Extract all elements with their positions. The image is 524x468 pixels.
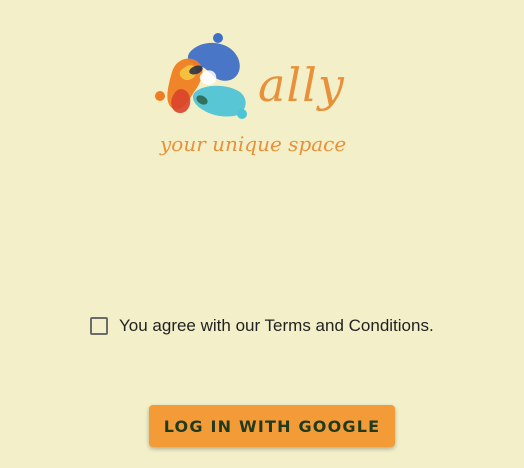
terms-agreement-row[interactable]: You agree with our Terms and Conditions.	[90, 316, 434, 336]
brand-tagline: your unique space	[160, 132, 347, 156]
ally-logo-icon	[155, 33, 247, 119]
brand-logo: ally your unique space	[150, 28, 365, 168]
terms-label[interactable]: You agree with our Terms and Conditions.	[119, 316, 434, 336]
login-with-google-button[interactable]: LOG IN WITH GOOGLE	[149, 405, 395, 447]
terms-checkbox[interactable]	[90, 317, 108, 335]
brand-name: ally	[258, 58, 345, 112]
login-screen: ally your unique space You agree with ou…	[0, 0, 524, 468]
